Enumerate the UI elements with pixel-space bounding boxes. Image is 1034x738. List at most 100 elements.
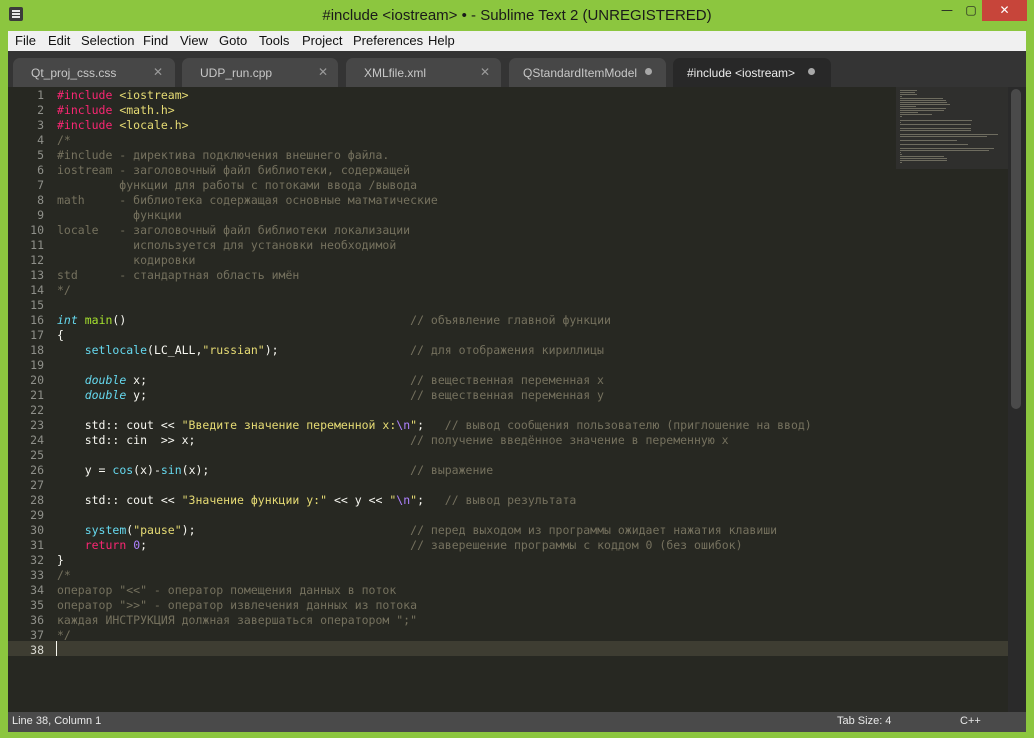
line-number: 4 — [37, 133, 44, 147]
line-number: 10 — [30, 223, 44, 237]
line-number: 34 — [30, 583, 44, 597]
text-cursor — [56, 641, 57, 656]
unsaved-dot-icon[interactable] — [808, 68, 815, 75]
code-line: функции для работы с потоками ввода /выв… — [57, 178, 418, 192]
minimap[interactable] — [896, 87, 1008, 169]
line-number: 26 — [30, 463, 44, 477]
line-number: 12 — [30, 253, 44, 267]
minimap-line — [900, 120, 972, 121]
code-line: кодировки — [57, 253, 196, 267]
menu-goto[interactable]: Goto — [219, 33, 247, 48]
code-line: double x; // вещественная переменная x — [84, 373, 604, 387]
minimap-line — [900, 102, 947, 103]
minimap-line — [900, 94, 918, 95]
code-line: y = cos(x)-sin(x); // выражение — [57, 463, 494, 477]
maximize-button[interactable]: ▢ — [960, 0, 982, 21]
minimap-line — [900, 106, 917, 107]
vertical-scrollbar[interactable] — [1008, 87, 1026, 712]
line-number: 37 — [30, 628, 44, 642]
line-number: 19 — [30, 358, 44, 372]
line-number: 25 — [30, 448, 44, 462]
line-number: 29 — [30, 508, 44, 522]
code-line: #include <locale.h> — [57, 118, 189, 132]
line-number: 20 — [30, 373, 44, 387]
code-line: используется для установки необходимой — [57, 238, 397, 252]
code-line: std:: cout << "Значение функции y:" << y… — [57, 493, 577, 507]
minimap-line — [900, 160, 947, 161]
tab-close-icon[interactable]: ✕ — [480, 65, 490, 79]
line-number: 38 — [30, 643, 44, 657]
minimap-line — [900, 110, 945, 111]
code-line: /* — [57, 133, 71, 147]
menu-bar: File Edit Selection Find View Goto Tools Projec… — [8, 31, 1026, 51]
minimap-line — [900, 140, 957, 141]
menu-view[interactable]: View — [180, 33, 208, 48]
code-editor[interactable]: 1 2 3 4 5 6 7 8 9 10 11 12 13 14 15 16 17 18 19 20 21 22 23 24 2… — [8, 87, 1026, 712]
menu-selection[interactable]: Selection — [81, 33, 134, 48]
code-line: */ — [57, 628, 71, 642]
line-number: 11 — [30, 238, 44, 252]
code-line: int main() // объявление главной функции — [57, 313, 611, 327]
minimap-line — [900, 116, 902, 117]
tab-qt-proj-css[interactable]: Qt_proj_css.css ✕ — [13, 58, 175, 87]
menu-preferences[interactable]: Preferences — [353, 33, 423, 48]
line-number: 13 — [30, 268, 44, 282]
menu-edit[interactable]: Edit — [48, 33, 70, 48]
tab-xmlfile[interactable]: XMLfile.xml ✕ — [346, 58, 501, 87]
minimap-line — [900, 122, 901, 123]
minimap-line — [900, 128, 972, 129]
minimap-line — [900, 162, 902, 163]
menu-find[interactable]: Find — [143, 33, 168, 48]
line-number: 21 — [30, 388, 44, 402]
minimap-line — [900, 112, 918, 113]
menu-help[interactable]: Help — [428, 33, 455, 48]
code-line: std - стандартная область имён — [57, 268, 300, 282]
line-number: 32 — [30, 553, 44, 567]
line-number: 35 — [30, 598, 44, 612]
line-number: 1 — [37, 88, 44, 102]
line-number: 5 — [37, 148, 44, 162]
menu-file[interactable]: File — [15, 33, 36, 48]
code-line: } — [57, 553, 64, 567]
line-number: 18 — [30, 343, 44, 357]
tab-size-selector[interactable]: Tab Size: 4 — [837, 715, 891, 727]
menu-project[interactable]: Project — [302, 33, 342, 48]
unsaved-dot-icon[interactable] — [645, 68, 652, 75]
code-line: #include - директива подключения внешнег… — [57, 148, 390, 162]
code-line: locale - заголовочный файл библиотеки ло… — [57, 223, 411, 237]
menu-tools[interactable]: Tools — [259, 33, 289, 48]
tab-udp-run[interactable]: UDP_run.cpp ✕ — [182, 58, 338, 87]
line-number: 7 — [37, 178, 44, 192]
tab-bar: Qt_proj_css.css ✕ UDP_run.cpp ✕ XMLfile.… — [8, 51, 1026, 87]
line-number: 6 — [37, 163, 44, 177]
scrollbar-thumb[interactable] — [1011, 89, 1021, 409]
minimap-line — [900, 152, 901, 153]
tab-close-icon[interactable]: ✕ — [318, 65, 328, 79]
line-number: 31 — [30, 538, 44, 552]
minimap-line — [900, 100, 946, 101]
line-number: 2 — [37, 103, 44, 117]
minimap-line — [900, 134, 999, 135]
tab-include-iostream[interactable]: #include <iostream> — [673, 58, 831, 87]
minimap-line — [900, 144, 968, 145]
line-number: 3 — [37, 118, 44, 132]
minimize-button[interactable]: — — [934, 0, 960, 21]
syntax-selector[interactable]: C++ — [960, 715, 981, 727]
tab-label: UDP_run.cpp — [200, 66, 273, 80]
close-button[interactable]: ✕ — [982, 0, 1027, 21]
tab-label: #include <iostream> — [687, 66, 796, 80]
minimap-line — [900, 148, 994, 149]
current-line-highlight — [8, 641, 1008, 656]
minimap-line — [900, 104, 950, 105]
line-number: 30 — [30, 523, 44, 537]
tab-close-icon[interactable]: ✕ — [153, 65, 163, 79]
line-number: 8 — [37, 193, 44, 207]
code-line: std:: cin >> x; // получение введённое з… — [57, 433, 729, 447]
code-line: оператор "<<" - оператор помещения данны… — [57, 583, 397, 597]
code-line: #include <math.h> — [57, 103, 175, 117]
code-line: оператор ">>" - оператор извлечения данн… — [57, 598, 418, 612]
minimap-line — [900, 90, 918, 91]
tab-label: QStandardItemModel — [523, 66, 638, 80]
window-title: #include <iostream> • - Sublime Text 2 (… — [322, 7, 712, 24]
tab-qstandarditemmodel[interactable]: QStandardItemModel — [509, 58, 666, 87]
